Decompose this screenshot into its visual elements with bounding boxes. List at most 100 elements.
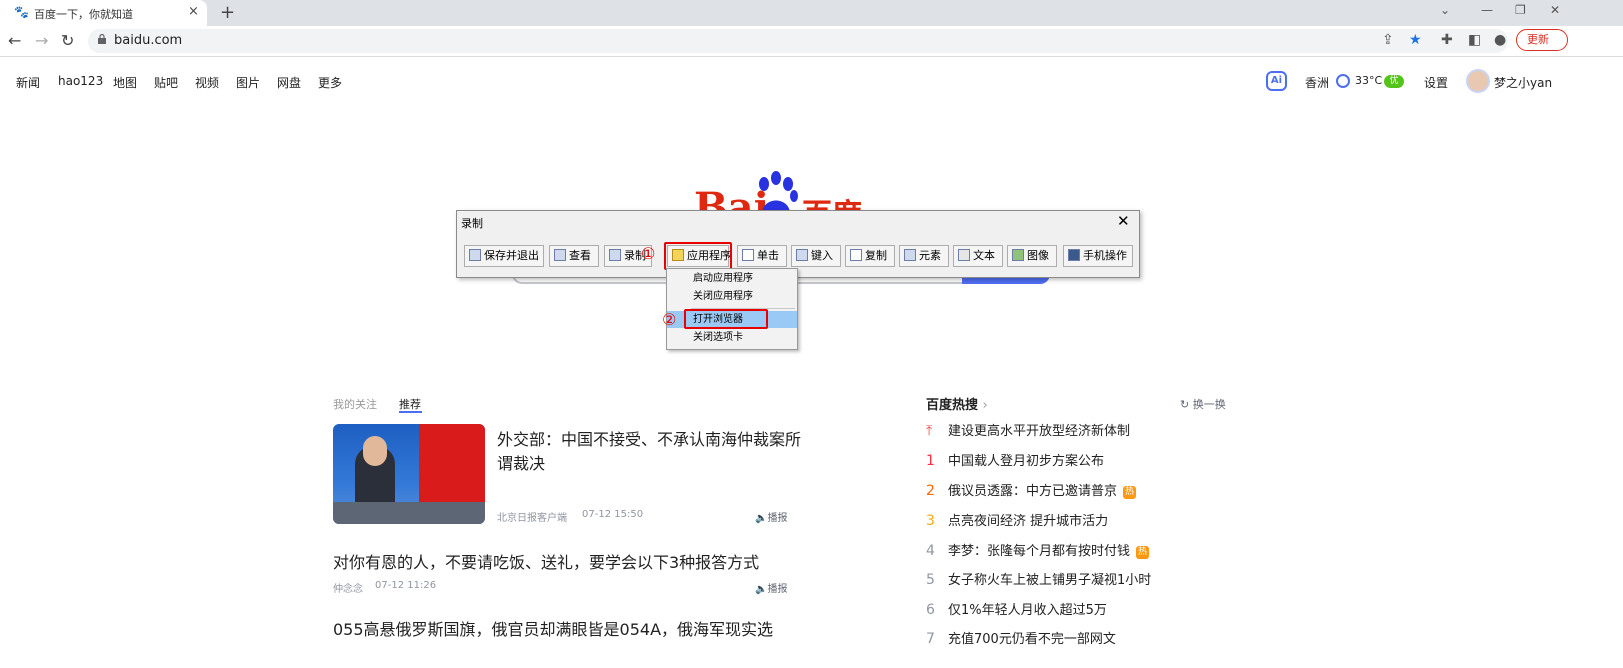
report-button-1[interactable]: 🔈播报 [755,509,787,524]
forward-icon[interactable]: → [35,32,48,50]
menu-start-app[interactable]: 启动应用程序 [667,270,797,287]
nav-image[interactable]: 图片 [236,74,260,91]
dialog-close-icon[interactable]: ✕ [1117,212,1130,230]
tab-search-icon[interactable]: ⌄ [1440,3,1450,17]
button-label: 单击 [757,249,779,262]
face-shape [363,436,387,466]
highlight-open-browser [684,309,768,329]
browser-tab[interactable]: 🐾 百度一下，你就知道 × [0,0,207,26]
weather-temperature[interactable]: 33°C [1355,74,1382,87]
news-title-2[interactable]: 对你有恩的人，不要请吃饭、送礼，要学会以下3种报答方式 [333,551,759,575]
refresh-button[interactable]: ↻ 换一换 [1180,396,1226,412]
speaker-icon: 🔈 [755,513,768,524]
hot-badge: 热 [1136,546,1150,559]
record-icon [609,249,621,261]
hotlist-item[interactable]: 6 仅1%年轻人月收入超过5万 [926,599,1107,619]
nav-news[interactable]: 新闻 [16,74,40,91]
browser-toolbar: ← → ↻ baidu.com ⇪ ★ ✚ ◧ ● 更新 [0,26,1623,57]
news-source-1: 北京日报客户端 [497,513,567,524]
hotlist-item-text: 点亮夜间经济 提升城市活力 [948,514,1109,529]
report-label: 播报 [767,513,788,524]
nav-hao123[interactable]: hao123 [58,74,103,88]
copy-button[interactable]: 复制 [845,245,895,267]
element-button[interactable]: 元素 [899,245,949,267]
highlight-application-button [664,242,732,270]
aqi-badge: 优 [1384,75,1404,88]
share-icon[interactable]: ⇪ [1382,32,1394,48]
reload-icon[interactable]: ↻ [61,32,74,50]
image-button[interactable]: 图像 [1007,245,1057,267]
menu-close-app[interactable]: 关闭应用程序 [667,288,797,305]
text-button[interactable]: 文本 [953,245,1003,267]
hotlist-item[interactable]: 2 俄议员透露：中方已邀请普京热 [926,480,1137,500]
hotlist-item-text: 女子称火车上被上铺男子凝视1小时 [948,573,1152,588]
hotlist-item[interactable]: 4 李梦：张隆每个月都有按时付钱热 [926,540,1150,560]
hotlist-rank: 5 [926,572,935,588]
menu-close-tab[interactable]: 关闭选项卡 [667,329,797,346]
dialog-title: 录制 [461,217,483,230]
news-title-1[interactable]: 外交部：中国不接受、不承认南海仲裁案所谓裁决 [497,428,802,476]
hotlist-item-text: 中国载人登月初步方案公布 [948,454,1105,469]
hotlist-item[interactable]: 1 中国载人登月初步方案公布 [926,450,1104,470]
element-icon [904,249,916,261]
refresh-label: 换一换 [1192,398,1226,411]
tab-strip: 🐾 百度一下，你就知道 × + ⌄ — ❐ ✕ [0,0,1623,26]
view-button[interactable]: 查看 [549,245,599,267]
nav-more[interactable]: 更多 [318,74,342,91]
podium-shape [333,502,485,524]
save-icon [469,249,481,261]
news-title-3[interactable]: 055高悬俄罗斯国旗，俄官员却满眼皆是054A，俄海军现实选 [333,618,773,642]
hotlist-item-text: 仅1%年轻人月收入超过5万 [948,603,1107,618]
tab-follow[interactable]: 我的关注 [333,396,377,412]
weather-city[interactable]: 香洲 [1305,74,1329,91]
refresh-icon: ↻ [1180,398,1190,411]
news-thumbnail[interactable] [333,424,485,524]
username[interactable]: 梦之小yan [1494,74,1552,91]
click-button[interactable]: 单击 [737,245,787,267]
type-button[interactable]: 键入 [791,245,841,267]
nav-tieba[interactable]: 贴吧 [154,74,178,91]
tab-close-icon[interactable]: × [188,4,199,19]
tab-recommend[interactable]: 推荐 [399,396,421,412]
window-close-icon[interactable]: ✕ [1550,3,1560,17]
settings-link[interactable]: 设置 [1424,74,1448,91]
nav-pan[interactable]: 网盘 [277,74,301,91]
cursor-icon [742,249,754,261]
nav-video[interactable]: 视频 [195,74,219,91]
recorder-dialog: 录制 ✕ 保存并退出 查看 录制 应用程序 单击 键入 复制 元素 文本 图像 … [456,210,1140,278]
button-label: 保存并退出 [484,249,539,262]
hotlist-item[interactable]: 7 充值700元仍看不完一部网文 [926,628,1116,648]
url-text: baidu.com [114,33,183,48]
step-marker-1: ① [641,244,656,263]
restore-icon[interactable]: ❐ [1515,3,1526,17]
profile-icon[interactable]: ● [1494,32,1506,48]
hotlist-title[interactable]: 百度热搜 › [926,394,988,413]
report-button-2[interactable]: 🔈播报 [755,580,787,595]
chevron-right-icon: › [982,398,988,413]
side-panel-icon[interactable]: ◧ [1468,32,1481,48]
ai-icon[interactable]: Ai [1266,71,1287,91]
hotlist-rank: 7 [926,631,935,647]
address-bar[interactable]: baidu.com [88,29,1508,53]
mobile-button[interactable]: 手机操作 [1063,245,1133,267]
button-label: 手机操作 [1083,249,1127,262]
hotlist-item[interactable]: 5 女子称火车上被上铺男子凝视1小时 [926,569,1151,589]
update-button[interactable]: 更新 [1516,29,1568,51]
avatar[interactable] [1466,69,1490,93]
hotlist-item[interactable]: ⤒ 建设更高水平开放型经济新体制 [926,420,1130,440]
new-tab-icon[interactable]: + [220,2,235,23]
tab-title: 百度一下，你就知道 [34,8,133,21]
pin-top-icon: ⤒ [926,423,933,439]
save-exit-button[interactable]: 保存并退出 [464,245,544,267]
extensions-icon[interactable]: ✚ [1441,32,1453,48]
tab-underline [399,411,422,413]
button-label: 复制 [865,249,887,262]
minimize-icon[interactable]: — [1481,3,1493,17]
back-icon[interactable]: ← [8,32,21,50]
hotlist-item[interactable]: 3 点亮夜间经济 提升城市活力 [926,510,1108,530]
flag-shape [419,424,485,514]
nav-map[interactable]: 地图 [113,74,137,91]
hotlist-rank: 3 [926,513,935,529]
sun-icon [1336,74,1350,88]
bookmark-star-icon[interactable]: ★ [1409,32,1422,48]
